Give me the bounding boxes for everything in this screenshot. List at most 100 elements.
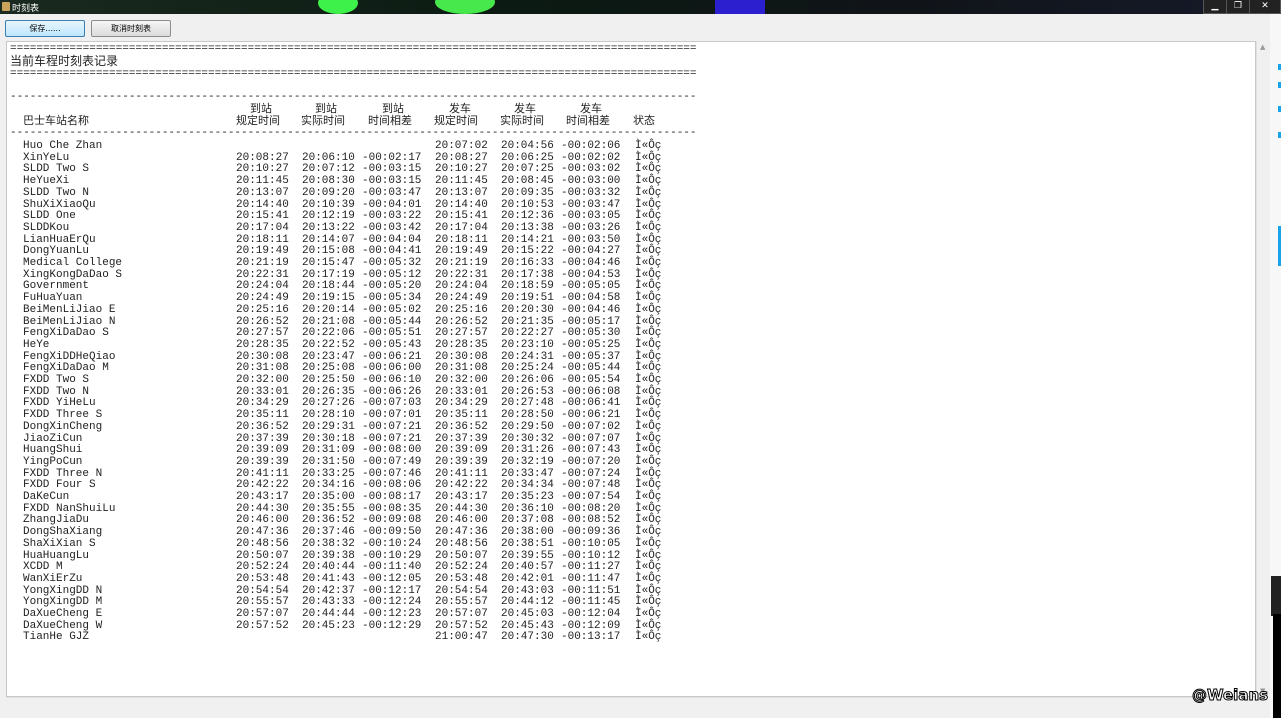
status-cell: Ì«Ôç	[635, 432, 662, 445]
arr-scheduled-cell: 20:36:52	[236, 420, 289, 433]
dep-diff-cell: -00:08:20	[561, 502, 621, 515]
dep-diff-cell: -00:07:20	[561, 455, 621, 468]
dep-actual-cell: 20:45:43	[501, 619, 554, 632]
horizontal-scrollbar[interactable]	[6, 697, 1256, 710]
timetable-text-area[interactable]: ========================================…	[6, 41, 1256, 697]
arr-scheduled-cell: 20:50:07	[236, 549, 289, 562]
background-decoration	[715, 0, 765, 14]
status-cell: Ì«Ôç	[635, 608, 662, 620]
arr-actual-cell: 20:41:43	[302, 572, 355, 585]
scroll-up-arrow-icon[interactable]: ▲	[1260, 43, 1265, 51]
status-cell: Ì«Ôç	[635, 444, 662, 457]
arr-scheduled-cell: 20:33:01	[236, 385, 289, 398]
table-row: HeYueXi 20:11:45 20:08:30 -00:03:15 20:11:45…	[7, 175, 707, 187]
station-name-cell: SLDD Two N	[23, 186, 90, 199]
arr-actual-cell: 20:25:50	[302, 374, 355, 386]
table-row: ShaXiXian S 20:48:56 20:38:32 -00:10:24 20:4…	[7, 538, 707, 550]
separator-line: ========================================…	[10, 68, 697, 80]
dep-actual-cell: 20:04:56	[501, 140, 554, 152]
dep-actual-cell: 20:30:32	[501, 432, 554, 445]
minimize-button[interactable]: ▁	[1204, 0, 1227, 13]
dep-actual-cell: 20:25:24	[501, 362, 554, 375]
status-cell: Ì«Ôç	[635, 245, 662, 258]
status-cell: Ì«Ôç	[635, 221, 662, 234]
station-name-cell: HuaHuangLu	[23, 549, 90, 562]
close-button[interactable]: ✕	[1250, 0, 1281, 13]
station-name-cell: Medical College	[23, 257, 123, 269]
station-name-cell: ShuXiXiaoQu	[23, 198, 96, 211]
arr-actual-cell: 20:08:30	[302, 175, 355, 188]
status-cell: Ì«Ôç	[635, 350, 662, 363]
dep-diff-cell: -00:07:02	[561, 420, 621, 433]
station-name-cell: FXDD NanShuiLu	[23, 502, 116, 515]
title-bar: 时刻表 ▁ ❐ ✕	[0, 0, 1281, 14]
arr-diff-cell: -00:08:35	[362, 502, 422, 515]
arr-diff-cell: -00:12:17	[362, 584, 422, 597]
watermark: @Weians	[1191, 686, 1269, 705]
arr-actual-cell: 20:20:14	[302, 303, 355, 316]
dep-diff-cell: -00:10:12	[561, 549, 621, 562]
arr-diff-cell: -00:07:49	[362, 455, 422, 468]
dep-actual-cell: 20:16:33	[501, 257, 554, 269]
arr-actual-cell: 20:33:25	[302, 467, 355, 480]
arr-scheduled-cell: 20:31:08	[236, 362, 289, 375]
dep-actual-cell: 20:29:50	[501, 420, 554, 433]
dep-scheduled-cell: 20:50:07	[435, 549, 488, 562]
arr-scheduled-cell: 20:47:36	[236, 526, 289, 539]
dep-actual-cell: 20:44:12	[501, 596, 554, 609]
arr-scheduled-cell: 20:08:27	[236, 151, 289, 164]
arr-diff-cell: -00:08:06	[362, 479, 422, 492]
station-name-cell: FengXiDaDao S	[23, 327, 109, 340]
status-cell: Ì«Ôç	[635, 257, 662, 269]
dep-actual-cell: 20:07:25	[501, 163, 554, 176]
dep-scheduled-cell: 20:28:35	[435, 338, 488, 351]
table-row: FuHuaYuan 20:24:49 20:19:15 -00:05:34 20:24:…	[7, 292, 707, 304]
background-decoration	[1271, 576, 1281, 616]
dep-diff-cell: -00:03:00	[561, 175, 621, 188]
table-row: ShuXiXiaoQu 20:14:40 20:10:39 -00:04:01 20:1…	[7, 199, 707, 211]
table-row: WanXiErZu 20:53:48 20:41:43 -00:12:05 20:53:…	[7, 573, 707, 585]
station-name-cell: Huo Che Zhan	[23, 140, 103, 152]
dep-actual-cell: 20:32:19	[501, 455, 554, 468]
arr-actual-cell: 20:42:37	[302, 584, 355, 597]
status-cell: Ì«Ôç	[635, 526, 662, 539]
dep-actual-cell: 20:26:53	[501, 385, 554, 398]
station-name-cell: BeiMenLiJiao E	[23, 303, 116, 316]
status-cell: Ì«Ôç	[635, 561, 662, 574]
dep-scheduled-cell: 20:07:02	[435, 140, 488, 152]
table-row: FXDD NanShuiLu 20:44:30 20:35:55 -00:08:35 2…	[7, 503, 707, 515]
dep-scheduled-cell: 20:35:11	[435, 409, 488, 422]
cancel-timetable-button[interactable]: 取消时刻表	[91, 20, 171, 37]
arr-diff-cell: -00:07:03	[362, 397, 422, 410]
dep-diff-cell: -00:11:51	[561, 584, 621, 597]
station-name-cell: DaXueCheng W	[23, 619, 103, 632]
arr-diff-cell: -00:03:15	[362, 163, 422, 176]
save-button[interactable]: 保存......	[5, 20, 85, 37]
header-dep-diff: 时间相差	[566, 114, 610, 127]
arr-diff-cell: -00:05:12	[362, 268, 422, 281]
arr-actual-cell: 20:31:50	[302, 455, 355, 468]
vertical-scrollbar[interactable]: ▲ ▼	[1256, 41, 1271, 697]
arr-scheduled-cell: 20:54:54	[236, 584, 289, 597]
arr-scheduled-cell: 20:18:11	[236, 233, 289, 246]
dep-diff-cell: -00:05:54	[561, 374, 621, 386]
arr-diff-cell: -00:05:34	[362, 292, 422, 305]
status-cell: Ì«Ôç	[635, 584, 662, 597]
status-cell: Ì«Ôç	[635, 327, 662, 340]
arr-scheduled-cell: 20:11:45	[236, 175, 289, 188]
arr-scheduled-cell: 20:53:48	[236, 572, 289, 585]
arr-diff-cell: -00:12:05	[362, 572, 422, 585]
dep-actual-cell: 20:19:51	[501, 292, 554, 305]
dep-actual-cell: 20:40:57	[501, 561, 554, 574]
dep-actual-cell: 20:38:51	[501, 537, 554, 550]
status-cell: Ì«Ôç	[635, 186, 662, 199]
station-name-cell: SLDDKou	[23, 221, 70, 234]
table-row: BeiMenLiJiao E 20:25:16 20:20:14 -00:05:02 2…	[7, 304, 707, 316]
status-cell: Ì«Ôç	[635, 292, 662, 305]
table-row: LianHuaErQu 20:18:11 20:14:07 -00:04:04 20:1…	[7, 234, 707, 246]
dep-diff-cell: -00:06:08	[561, 385, 621, 398]
station-name-cell: DaKeCun	[23, 491, 70, 503]
station-name-cell: DongXinCheng	[23, 420, 103, 433]
restore-button[interactable]: ❐	[1227, 0, 1250, 13]
arr-actual-cell: 20:18:44	[302, 280, 355, 293]
